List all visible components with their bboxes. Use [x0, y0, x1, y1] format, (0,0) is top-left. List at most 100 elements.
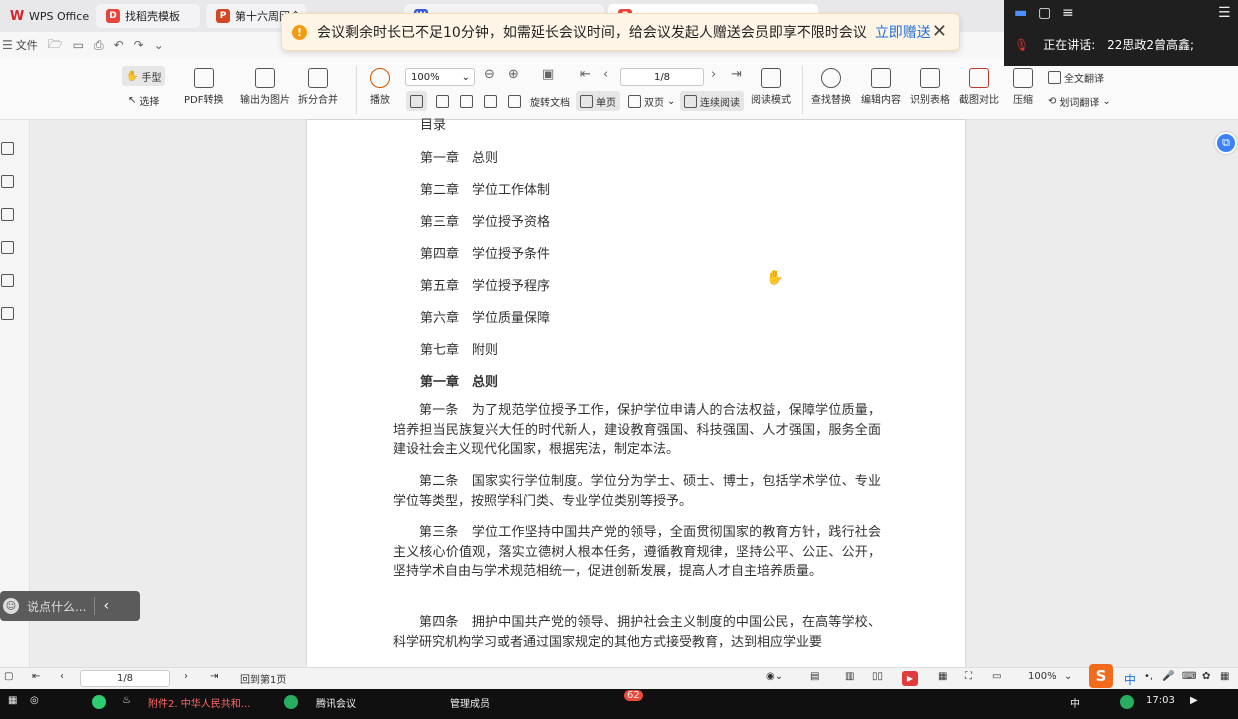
pdf-page[interactable]: 目录 第一章 总则 第二章 学位工作体制 第三章 学位授予资格 第四章 学位授予…: [307, 118, 965, 667]
pdf-convert-button[interactable]: PDF转换: [184, 68, 223, 106]
screenshot-compare-button[interactable]: 截图对比: [959, 68, 999, 106]
read-mode-button[interactable]: 阅读模式: [751, 68, 791, 106]
keyboard-icon[interactable]: ⌨: [1182, 671, 1196, 682]
toc-item[interactable]: 第四章 学位授予条件: [420, 243, 550, 262]
actual-size-button[interactable]: [406, 91, 427, 111]
play-icon[interactable]: ▶: [1190, 695, 1198, 706]
play-slideshow-icon[interactable]: ▶: [902, 671, 918, 686]
sogou-ime-icon[interactable]: S: [1089, 664, 1113, 688]
panel-toggle-icon[interactable]: ▢: [4, 671, 13, 682]
split-merge-button[interactable]: 拆分合并: [298, 68, 338, 106]
toc-item[interactable]: 第二章 学位工作体制: [420, 179, 550, 198]
status-page-input[interactable]: 1/8: [80, 670, 170, 687]
single-page-button[interactable]: 单页: [576, 91, 620, 111]
rotate-right-button[interactable]: [504, 91, 525, 111]
taskbar-app-icon[interactable]: ♨: [122, 695, 131, 706]
taskbar-app-icon[interactable]: [284, 695, 298, 709]
first-page-icon[interactable]: ⇤: [32, 671, 40, 682]
double-view-icon[interactable]: ▯▯: [872, 671, 883, 682]
gift-now-link[interactable]: 立即赠送: [875, 22, 931, 42]
taskbar-item-members[interactable]: 管理成员: [450, 695, 490, 710]
punctuation-icon[interactable]: •,: [1144, 671, 1153, 682]
continuous-view-icon[interactable]: ▤: [810, 671, 819, 682]
read-view-icon[interactable]: ▦: [938, 671, 947, 682]
wechat-icon[interactable]: [92, 695, 106, 709]
save-icon[interactable]: ▭: [73, 38, 84, 52]
last-page-icon[interactable]: ⇥: [210, 671, 218, 682]
signature-icon[interactable]: [1, 274, 14, 287]
toc-item[interactable]: 第六章 学位质量保障: [420, 307, 550, 326]
grid-icon[interactable]: ▦: [1220, 671, 1229, 682]
fit-width-button[interactable]: [432, 91, 453, 111]
fit-icon[interactable]: ▭: [992, 671, 1001, 682]
bookmark-icon[interactable]: [1, 142, 14, 155]
fit-height-button[interactable]: [456, 91, 477, 111]
hand-tool-button[interactable]: ✋ 手型: [122, 66, 166, 86]
edit-content-button[interactable]: 编辑内容: [861, 68, 901, 106]
minimize-icon[interactable]: ▬: [1014, 5, 1027, 21]
next-page-icon[interactable]: ›: [184, 671, 188, 682]
compress-button[interactable]: 压缩: [1013, 68, 1033, 106]
find-replace-button[interactable]: 查找替换: [811, 68, 851, 106]
last-page-icon[interactable]: ⇥: [731, 67, 742, 82]
skin-icon[interactable]: ✿: [1202, 671, 1210, 682]
layers-icon[interactable]: [1, 307, 14, 320]
tray-app-icon[interactable]: [1120, 695, 1134, 709]
eye-icon[interactable]: ◉⌄: [766, 671, 783, 682]
play-button[interactable]: 播放: [370, 68, 390, 106]
chevron-down-icon[interactable]: ⌄: [154, 38, 164, 52]
toc-item[interactable]: 第五章 学位授予程序: [420, 275, 550, 294]
export-image-button[interactable]: 输出为图片: [240, 68, 290, 106]
close-icon[interactable]: ✕: [932, 21, 947, 42]
toc-item[interactable]: 第三章 学位授予资格: [420, 211, 550, 230]
collapse-icon[interactable]: ‹: [103, 598, 109, 614]
zoom-select[interactable]: 100% ⌄: [405, 68, 475, 86]
taskbar-item-meeting[interactable]: 腾讯会议: [316, 695, 356, 710]
floating-assistant-icon[interactable]: ⧉: [1215, 132, 1237, 154]
select-tool-button[interactable]: ↖ 选择: [124, 90, 163, 110]
word-translate-button[interactable]: ⟲ 划词翻译 ⌄: [1044, 91, 1115, 111]
thumbnail-icon[interactable]: [1, 175, 14, 188]
double-page-button[interactable]: 双页 ⌄: [624, 91, 679, 111]
rotate-doc-button[interactable]: 旋转文档: [526, 91, 574, 111]
chevron-down-icon[interactable]: ⌄: [1064, 671, 1072, 682]
taskbar-app-icon[interactable]: ◎: [30, 695, 39, 706]
attachment-icon[interactable]: [1, 241, 14, 254]
full-translate-button[interactable]: 全文翻译: [1044, 67, 1108, 87]
tab-docer[interactable]: D 找稻壳模板: [96, 4, 200, 28]
ime-lang[interactable]: 中: [1124, 671, 1136, 688]
first-page-icon[interactable]: ⇤: [580, 67, 591, 82]
list-icon[interactable]: ≡: [1062, 5, 1074, 21]
zoom-out-icon[interactable]: ⊖: [484, 67, 495, 82]
toc-item[interactable]: 第七章 附则: [420, 339, 498, 358]
file-menu[interactable]: ☰ 文件: [2, 37, 38, 53]
zoom-in-icon[interactable]: ⊕: [508, 67, 519, 82]
prev-page-icon[interactable]: ‹: [60, 671, 64, 682]
next-page-icon[interactable]: ›: [711, 67, 716, 82]
redo-icon[interactable]: ↷: [134, 38, 144, 52]
taskbar-item-document[interactable]: 附件2. 中华人民共和...: [148, 695, 250, 710]
status-zoom[interactable]: 100%: [1028, 671, 1057, 682]
prev-page-icon[interactable]: ‹: [603, 67, 608, 82]
recognize-table-button[interactable]: 识别表格: [910, 68, 950, 106]
print-icon[interactable]: ⎙: [94, 38, 104, 53]
window-icon[interactable]: ▢: [1038, 5, 1051, 21]
tray-lang[interactable]: 中: [1070, 695, 1080, 710]
comment-bar[interactable]: ☺ 说点什么... ‹: [0, 591, 140, 621]
comment-icon[interactable]: [1, 208, 14, 221]
continuous-read-button[interactable]: 连续阅读: [680, 91, 744, 111]
open-folder-icon[interactable]: 🗁: [48, 35, 63, 56]
menu-icon[interactable]: ☰: [1218, 5, 1231, 21]
toc-item[interactable]: 第一章 总则: [420, 147, 498, 166]
rotate-left-button[interactable]: [480, 91, 501, 111]
fullscreen-icon[interactable]: ⛶: [965, 671, 972, 682]
start-icon[interactable]: ▦: [8, 695, 17, 706]
single-view-icon[interactable]: ▥: [845, 671, 854, 682]
undo-icon[interactable]: ↶: [114, 38, 124, 52]
microphone-icon[interactable]: 🎤: [1162, 671, 1174, 682]
page-number-input[interactable]: 1/8: [620, 68, 704, 86]
back-to-first-page[interactable]: 回到第1页: [240, 671, 286, 686]
emoji-icon[interactable]: ☺: [3, 598, 19, 614]
comment-input[interactable]: 说点什么...: [27, 598, 86, 615]
fit-page-icon[interactable]: ▣: [542, 67, 554, 82]
